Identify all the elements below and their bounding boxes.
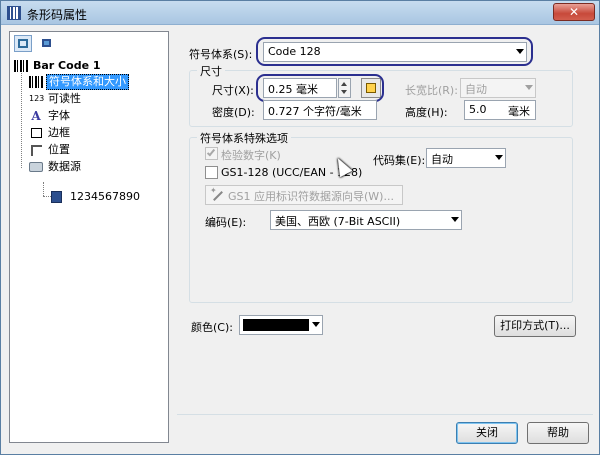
density-label: 密度(D): [212,106,255,119]
color-select[interactable] [239,315,323,335]
symbology-highlight-outline [256,37,533,66]
height-value: 5.0 [469,103,487,116]
density-input[interactable]: 0.727 个字符/毫米 [263,100,377,120]
gs1-128-checkbox[interactable] [205,166,218,179]
tree-item-label: 1234567890 [70,190,140,203]
size-label: 尺寸(X): [212,84,254,97]
position-icon [31,145,42,156]
tree-item-label: 边框 [48,126,70,139]
color-label: 颜色(C): [191,321,233,334]
barcode-properties-dialog: 条形码属性 ✕ Bar Code 1 符号体系和大小 123 可读性 A 字体 … [0,0,600,455]
height-unit: 毫米 [508,105,530,118]
height-label: 高度(H): [405,106,448,119]
checkmark-icon [206,147,216,157]
check-digit-label: 检验数字(K) [221,149,281,162]
symbology-label: 符号体系(S): [189,48,253,61]
encoding-value: 美国、西欧 (7-Bit ASCII) [275,215,401,228]
magic-wand-icon [210,186,224,202]
tree-item-label: 可读性 [48,92,81,105]
tree-item-label: 数据源 [48,160,81,173]
codeset-select[interactable]: 自动 [426,148,506,168]
encoding-select[interactable]: 美国、西欧 (7-Bit ASCII) [270,210,462,230]
property-tree-panel: Bar Code 1 符号体系和大小 123 可读性 A 字体 边框 位置 数据… [9,31,169,443]
font-icon: A [31,109,41,123]
tree-root-label: Bar Code 1 [33,59,101,72]
ratio-value: 自动 [465,83,487,96]
tab-view-toggle-icon[interactable] [38,35,56,52]
codeset-value: 自动 [431,153,453,166]
gs1-wizard-label: GS1 应用标识符数据源向导(W)... [228,190,394,203]
title-bar[interactable]: 条形码属性 ✕ [1,1,599,25]
data-value-icon [51,191,62,203]
density-value: 0.727 个字符/毫米 [268,105,362,118]
footer-separator [177,414,593,415]
data-source-icon [29,162,43,172]
tree-item-label: 符号体系和大小 [46,74,129,90]
readable-123-icon: 123 [29,94,45,103]
barcode-root-icon [14,60,28,72]
chevron-down-icon [525,85,533,90]
ratio-select[interactable]: 自动 [460,78,536,98]
size-highlight-outline [256,74,384,102]
height-input[interactable]: 5.0 毫米 [464,100,536,120]
border-icon [31,128,42,138]
print-method-button[interactable]: 打印方式(T)... [494,315,576,337]
close-dialog-button[interactable]: 关闭 [456,422,518,444]
tree-view-toggle-icon[interactable] [14,35,32,52]
size-group-title: 尺寸 [197,63,225,79]
window-close-button[interactable]: ✕ [553,3,595,21]
barcode-symbology-icon [29,76,43,88]
tree-item-label: 字体 [48,109,70,122]
barcode-app-icon [7,6,21,20]
color-swatch [243,319,309,331]
tree-toolbar [14,35,58,53]
tree-item-label: 位置 [48,143,70,156]
check-digit-checkbox[interactable] [205,147,218,160]
chevron-down-icon [451,217,459,222]
ratio-label: 长宽比(R): [405,84,458,97]
gs1-wizard-button[interactable]: GS1 应用标识符数据源向导(W)... [205,185,403,205]
codeset-label: 代码集(E): [373,154,426,167]
window-title: 条形码属性 [27,8,88,22]
encoding-label: 编码(E): [205,216,247,229]
symbology-options-title: 符号体系特殊选项 [197,130,291,146]
chevron-down-icon [495,155,503,160]
chevron-down-icon [312,322,320,327]
help-button[interactable]: 帮助 [527,422,589,444]
